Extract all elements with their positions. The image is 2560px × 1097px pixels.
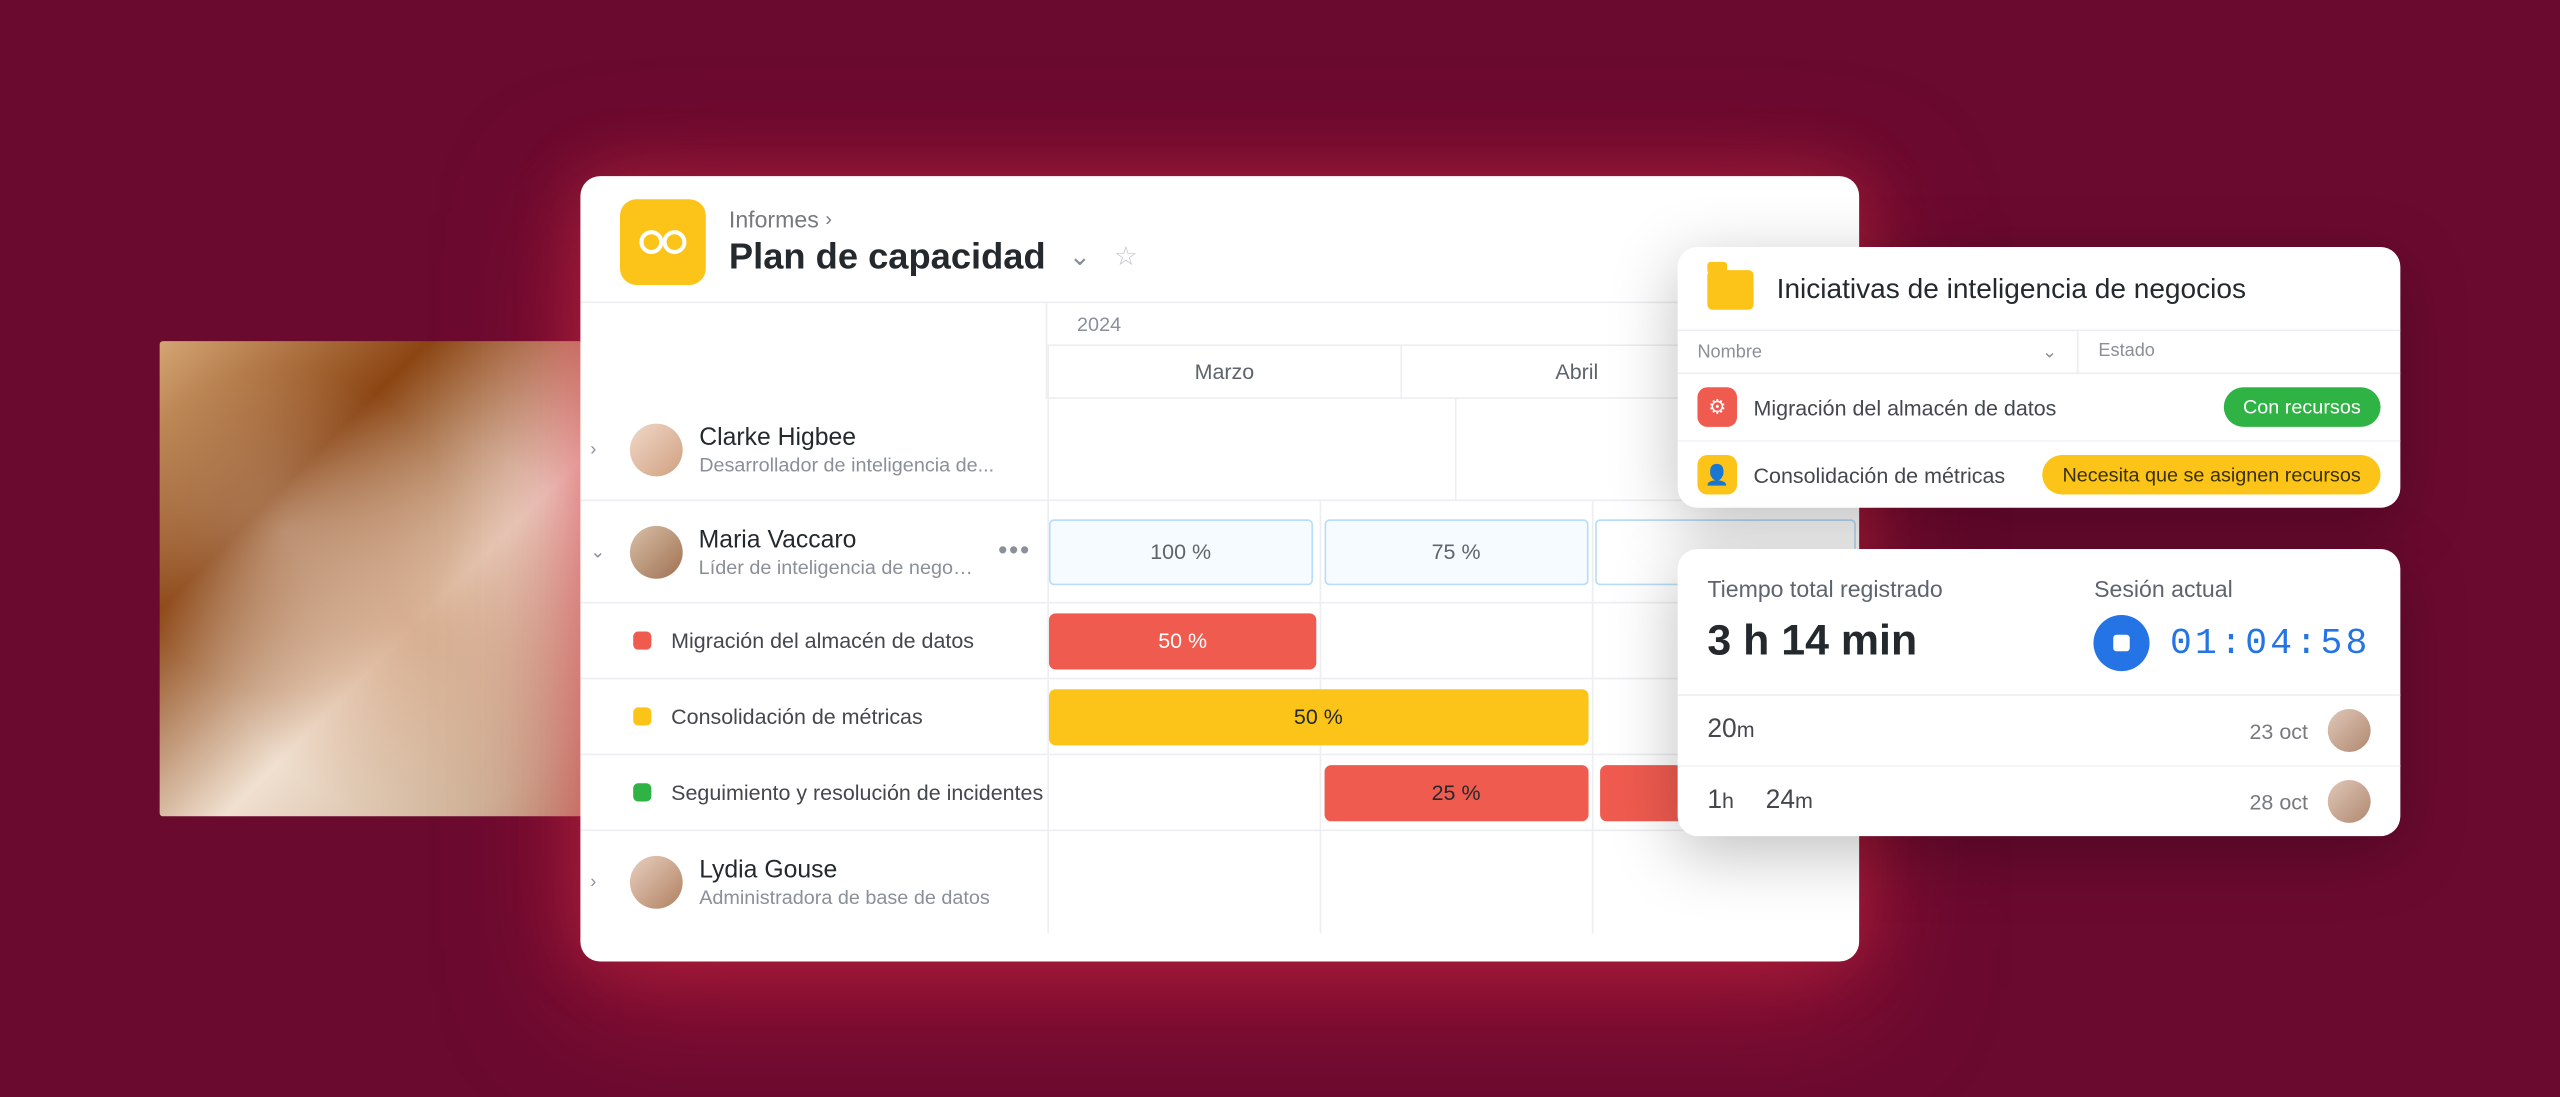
avatar bbox=[630, 855, 683, 908]
month-header: Marzo bbox=[1047, 346, 1399, 399]
avatar bbox=[2328, 709, 2371, 752]
column-header-name[interactable]: Nombre ⌄ bbox=[1678, 331, 2077, 372]
person-name[interactable]: Lydia Gouse bbox=[699, 855, 990, 883]
column-header-state[interactable]: Estado bbox=[2077, 331, 2400, 372]
entry-date: 28 oct bbox=[2250, 789, 2308, 814]
time-tracking-card: Tiempo total registrado 3 h 14 min Sesió… bbox=[1678, 549, 2401, 836]
total-time-label: Tiempo total registrado bbox=[1707, 575, 2094, 601]
initiatives-card: Iniciativas de inteligencia de negocios … bbox=[1678, 247, 2401, 508]
chevron-down-icon[interactable]: ⌄ bbox=[1069, 240, 1091, 273]
breadcrumb-label: Informes bbox=[729, 205, 819, 231]
more-icon[interactable]: ••• bbox=[998, 536, 1031, 566]
avatar bbox=[629, 525, 682, 578]
initiative-row[interactable]: 👤 Consolidación de métricas Necesita que… bbox=[1678, 441, 2401, 507]
person-role: Administradora de base de datos bbox=[699, 885, 990, 908]
avatar bbox=[2328, 780, 2371, 823]
breadcrumb[interactable]: Informes › bbox=[729, 205, 1138, 231]
status-dot bbox=[633, 783, 651, 801]
time-entry-row[interactable]: 1h 24m 28 oct bbox=[1678, 766, 2401, 835]
initiative-row[interactable]: ⚙ Migración del almacén de datos Con rec… bbox=[1678, 374, 2401, 442]
total-time-value: 3 h 14 min bbox=[1707, 615, 2094, 666]
stop-button[interactable] bbox=[2094, 615, 2150, 671]
chevron-down-icon: ⌄ bbox=[2042, 341, 2057, 362]
capacity-plan-panel: Informes › Plan de capacidad ⌄ ☆ 2024 Ma… bbox=[580, 176, 1859, 961]
project-icon bbox=[620, 199, 706, 285]
task-name[interactable]: Seguimiento y resolución de incidentes bbox=[671, 780, 1043, 805]
initiative-name: Migración del almacén de datos bbox=[1754, 394, 2224, 419]
initiative-name: Consolidación de métricas bbox=[1754, 462, 2043, 487]
person-name[interactable]: Maria Vaccaro bbox=[699, 525, 982, 553]
expand-toggle[interactable]: ⌄ bbox=[590, 540, 613, 561]
initiative-icon: ⚙ bbox=[1697, 387, 1737, 427]
entry-duration: 1h 24m bbox=[1707, 786, 2229, 816]
task-name[interactable]: Consolidación de métricas bbox=[671, 704, 923, 729]
task-name[interactable]: Migración del almacén de datos bbox=[671, 628, 974, 653]
task-bar[interactable]: 25 % bbox=[1324, 764, 1587, 820]
hero-photo bbox=[160, 341, 582, 816]
status-dot bbox=[633, 631, 651, 649]
entry-date: 23 oct bbox=[2250, 718, 2308, 743]
session-timer: 01:04:58 bbox=[2170, 622, 2371, 663]
initiatives-title: Iniciativas de inteligencia de negocios bbox=[1777, 273, 2246, 306]
initiative-icon: 👤 bbox=[1697, 454, 1737, 494]
capacity-cell[interactable]: 75 % bbox=[1324, 518, 1587, 584]
chevron-right-icon: › bbox=[825, 207, 832, 230]
avatar bbox=[630, 422, 683, 475]
status-badge: Con recursos bbox=[2223, 387, 2380, 427]
capacity-cell[interactable]: 100 % bbox=[1049, 518, 1312, 584]
task-bar[interactable]: 50 % bbox=[1049, 688, 1588, 744]
person-role: Líder de inteligencia de negocios bbox=[699, 554, 982, 577]
status-badge: Necesita que se asignen recursos bbox=[2043, 454, 2381, 494]
person-role: Desarrollador de inteligencia de... bbox=[699, 452, 994, 475]
expand-toggle[interactable]: › bbox=[590, 439, 613, 459]
entry-duration: 20m bbox=[1707, 715, 2229, 745]
task-bar[interactable]: 50 % bbox=[1049, 612, 1316, 668]
session-label: Sesión actual bbox=[2094, 575, 2371, 601]
folder-icon bbox=[1707, 270, 1753, 310]
expand-toggle[interactable]: › bbox=[590, 872, 613, 892]
time-entry-row[interactable]: 20m 23 oct bbox=[1678, 695, 2401, 766]
status-dot bbox=[633, 707, 651, 725]
page-title: Plan de capacidad bbox=[729, 235, 1046, 278]
star-icon[interactable]: ☆ bbox=[1114, 240, 1138, 273]
person-name[interactable]: Clarke Higbee bbox=[699, 422, 994, 450]
